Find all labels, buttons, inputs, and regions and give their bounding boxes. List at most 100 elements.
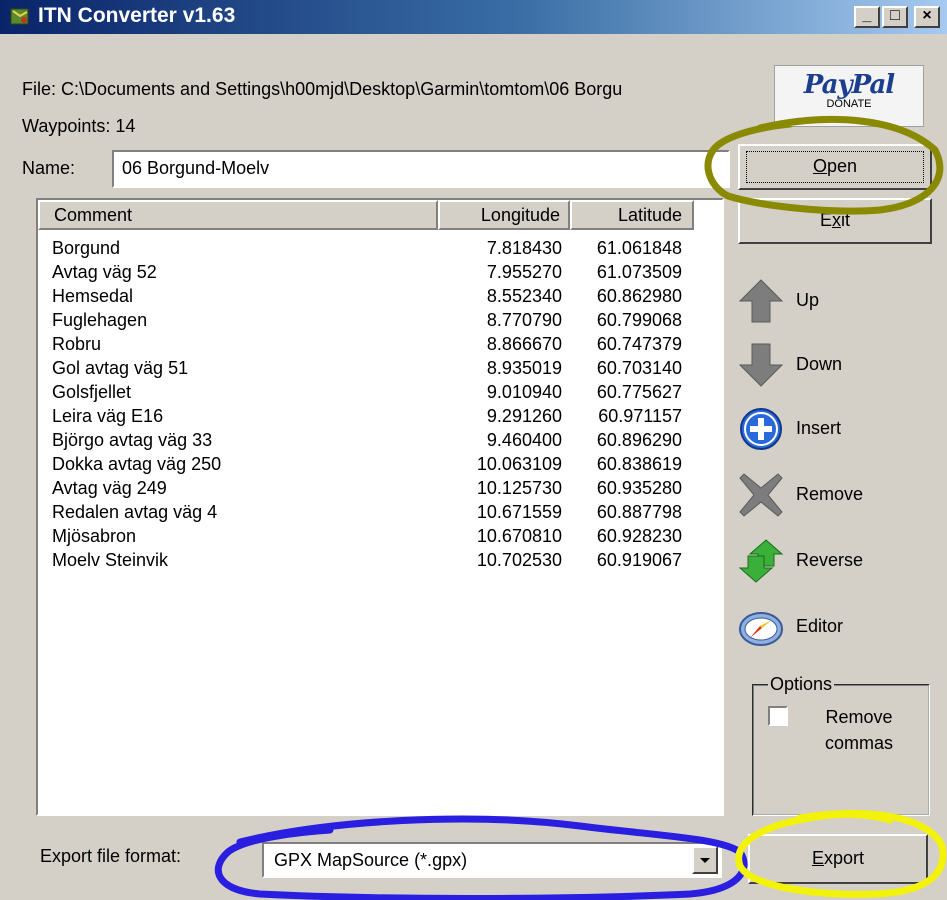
table-row[interactable]: Fuglehagen 8.770790 60.799068	[38, 308, 722, 332]
chevron-down-icon	[700, 858, 710, 863]
cell-comment: Mjösabron	[52, 526, 137, 546]
cell-latitude: 60.799068	[596, 310, 682, 330]
cell-latitude: 60.838619	[596, 454, 682, 474]
cell-longitude: 8.552340	[486, 286, 562, 306]
insert-button[interactable]: Insert	[736, 404, 936, 454]
cell-comment: Leira väg E16	[52, 406, 164, 426]
cell-latitude: 60.928230	[596, 526, 682, 546]
cell-comment: Robru	[52, 334, 102, 354]
cell-comment: Hemsedal	[52, 286, 134, 306]
cell-latitude: 60.896290	[596, 430, 682, 450]
table-row[interactable]: Björgo avtag väg 33 9.460400 60.896290	[38, 428, 722, 452]
app-icon	[10, 8, 29, 25]
export-button[interactable]: Export	[748, 834, 928, 884]
down-label: Down	[796, 354, 843, 374]
column-header-comment[interactable]: Comment	[38, 200, 438, 230]
cell-latitude: 60.703140	[596, 358, 682, 378]
waypoint-rows: Borgund 7.818430 61.061848 Avtag väg 52 7.95…	[38, 236, 722, 572]
name-label: Name:	[22, 158, 76, 178]
cell-latitude: 61.061848	[596, 238, 682, 258]
arrow-up-icon	[738, 279, 784, 323]
close-button[interactable]: ×	[914, 6, 940, 28]
cell-latitude: 60.935280	[596, 478, 682, 498]
down-button[interactable]: Down	[736, 340, 936, 390]
maximize-button[interactable]: □	[882, 6, 908, 28]
cell-longitude: 7.955270	[486, 262, 562, 282]
title-bar[interactable]: ITN Converter v1.63 _ □ ×	[0, 0, 947, 34]
cell-longitude: 7.818430	[486, 238, 562, 258]
window-title: ITN Converter v1.63	[38, 4, 236, 27]
arrow-down-icon	[738, 343, 784, 387]
export-format-label: Export file format:	[40, 846, 182, 866]
plus-circle-icon	[740, 408, 782, 450]
table-row[interactable]: Borgund 7.818430 61.061848	[38, 236, 722, 260]
waypoints-count: Waypoints: 14	[22, 116, 136, 136]
table-row[interactable]: Robru 8.866670 60.747379	[38, 332, 722, 356]
cell-comment: Fuglehagen	[52, 310, 148, 330]
remove-x-icon	[739, 473, 783, 517]
table-row[interactable]: Leira väg E16 9.291260 60.971157	[38, 404, 722, 428]
table-row[interactable]: Avtag väg 249 10.125730 60.935280	[38, 476, 722, 500]
cell-comment: Gol avtag väg 51	[52, 358, 189, 378]
table-row[interactable]: Moelv Steinvik 10.702530 60.919067	[38, 548, 722, 572]
cell-latitude: 60.862980	[596, 286, 682, 306]
cell-latitude: 60.775627	[596, 382, 682, 402]
exit-button[interactable]: Exit	[738, 198, 932, 244]
open-button[interactable]: Open	[738, 144, 932, 190]
cell-longitude: 10.063109	[476, 454, 562, 474]
paypal-donate-label: DONATE	[826, 98, 872, 110]
cell-longitude: 9.291260	[486, 406, 562, 426]
table-row[interactable]: Dokka avtag väg 250 10.063109 60.838619	[38, 452, 722, 476]
cell-comment: Redalen avtag väg 4	[52, 502, 218, 522]
cell-longitude: 9.460400	[486, 430, 562, 450]
app-window: ITN Converter v1.63 _ □ × File: C:\Docum…	[0, 0, 947, 900]
options-group: Options Remove commas	[752, 674, 930, 816]
cell-longitude: 8.866670	[486, 334, 562, 354]
column-header-longitude[interactable]: Longitude	[438, 200, 570, 230]
cell-comment: Moelv Steinvik	[52, 550, 169, 570]
options-legend: Options	[768, 674, 835, 695]
export-format-value: GPX MapSource (*.gpx)	[274, 850, 468, 870]
insert-label: Insert	[796, 418, 842, 438]
editor-button[interactable]: Editor	[736, 602, 936, 652]
cell-latitude: 61.073509	[596, 262, 682, 282]
name-input[interactable]: 06 Borgund-Moelv	[112, 150, 730, 188]
cell-longitude: 8.770790	[486, 310, 562, 330]
cell-longitude: 10.702530	[476, 550, 562, 570]
cell-longitude: 10.671559	[476, 502, 562, 522]
table-row[interactable]: Golsfjellet 9.010940 60.775627	[38, 380, 722, 404]
cell-comment: Golsfjellet	[52, 382, 132, 402]
cell-comment: Avtag väg 52	[52, 262, 157, 282]
table-row[interactable]: Avtag väg 52 7.955270 61.073509	[38, 260, 722, 284]
table-row[interactable]: Hemsedal 8.552340 60.862980	[38, 284, 722, 308]
cell-comment: Björgo avtag väg 33	[52, 430, 213, 450]
paypal-logo: PayPal	[803, 70, 895, 100]
cell-latitude: 60.971157	[598, 406, 682, 426]
table-row[interactable]: Redalen avtag väg 4 10.671559 60.887798	[38, 500, 722, 524]
remove-button[interactable]: Remove	[736, 470, 936, 520]
cell-latitude: 60.747379	[596, 334, 682, 354]
cell-longitude: 9.010940	[486, 382, 562, 402]
cell-longitude: 10.670810	[476, 526, 562, 546]
waypoint-list[interactable]: Comment Longitude Latitude Borgund 7.8184…	[36, 198, 724, 816]
table-row[interactable]: Gol avtag väg 51 8.935019 60.703140	[38, 356, 722, 380]
compass-icon	[739, 612, 783, 646]
dropdown-arrow-button[interactable]	[692, 846, 718, 874]
up-button[interactable]: Up	[736, 276, 936, 326]
remove-commas-checkbox[interactable]	[768, 706, 788, 726]
export-format-select[interactable]: GPX MapSource (*.gpx)	[262, 842, 722, 878]
up-label: Up	[796, 290, 820, 310]
cell-longitude: 10.125730	[476, 478, 562, 498]
column-header-latitude[interactable]: Latitude	[570, 200, 694, 230]
cell-comment: Avtag väg 249	[52, 478, 167, 498]
reverse-label: Reverse	[796, 550, 864, 570]
focus-rectangle	[746, 151, 924, 183]
cell-latitude: 60.887798	[596, 502, 682, 522]
remove-commas-label[interactable]: Remove commas	[804, 704, 914, 756]
editor-label: Editor	[796, 616, 844, 636]
minimize-button[interactable]: _	[854, 6, 880, 28]
table-row[interactable]: Mjösabron 10.670810 60.928230	[38, 524, 722, 548]
cell-longitude: 8.935019	[486, 358, 562, 378]
reverse-button[interactable]: Reverse	[736, 536, 936, 586]
paypal-donate-button[interactable]: PayPal DONATE	[774, 65, 924, 127]
